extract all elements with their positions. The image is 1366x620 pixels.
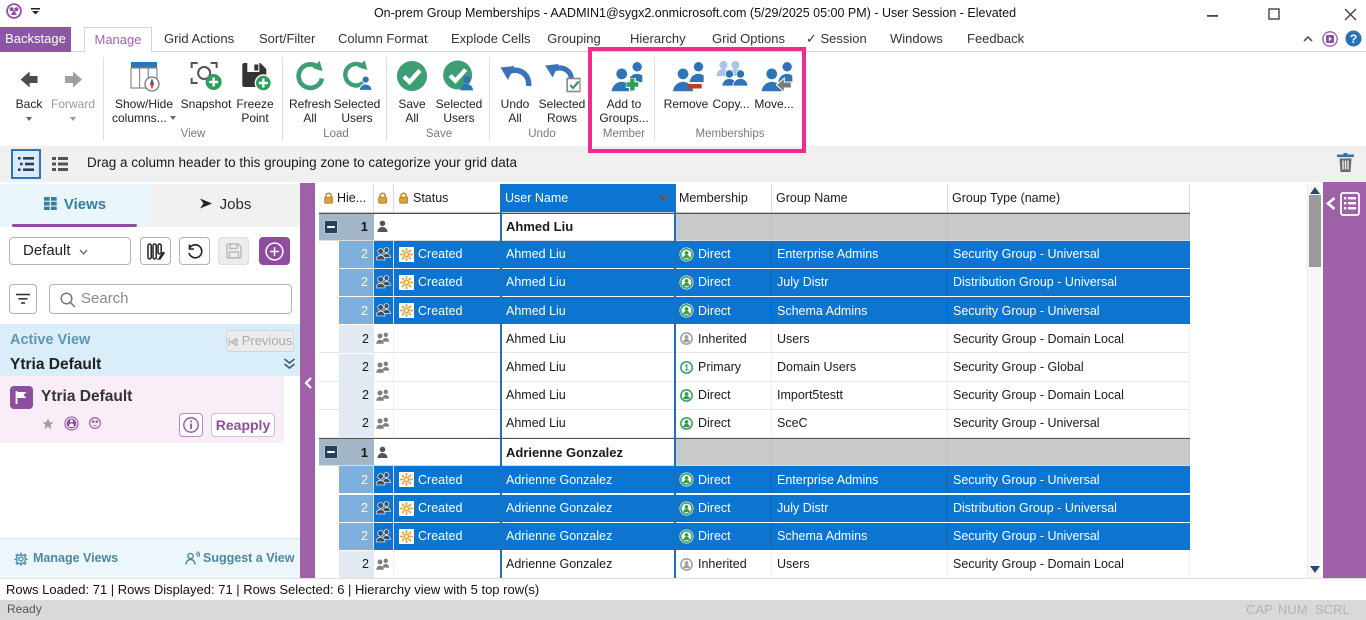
svg-text:?: ? [1350,32,1357,46]
